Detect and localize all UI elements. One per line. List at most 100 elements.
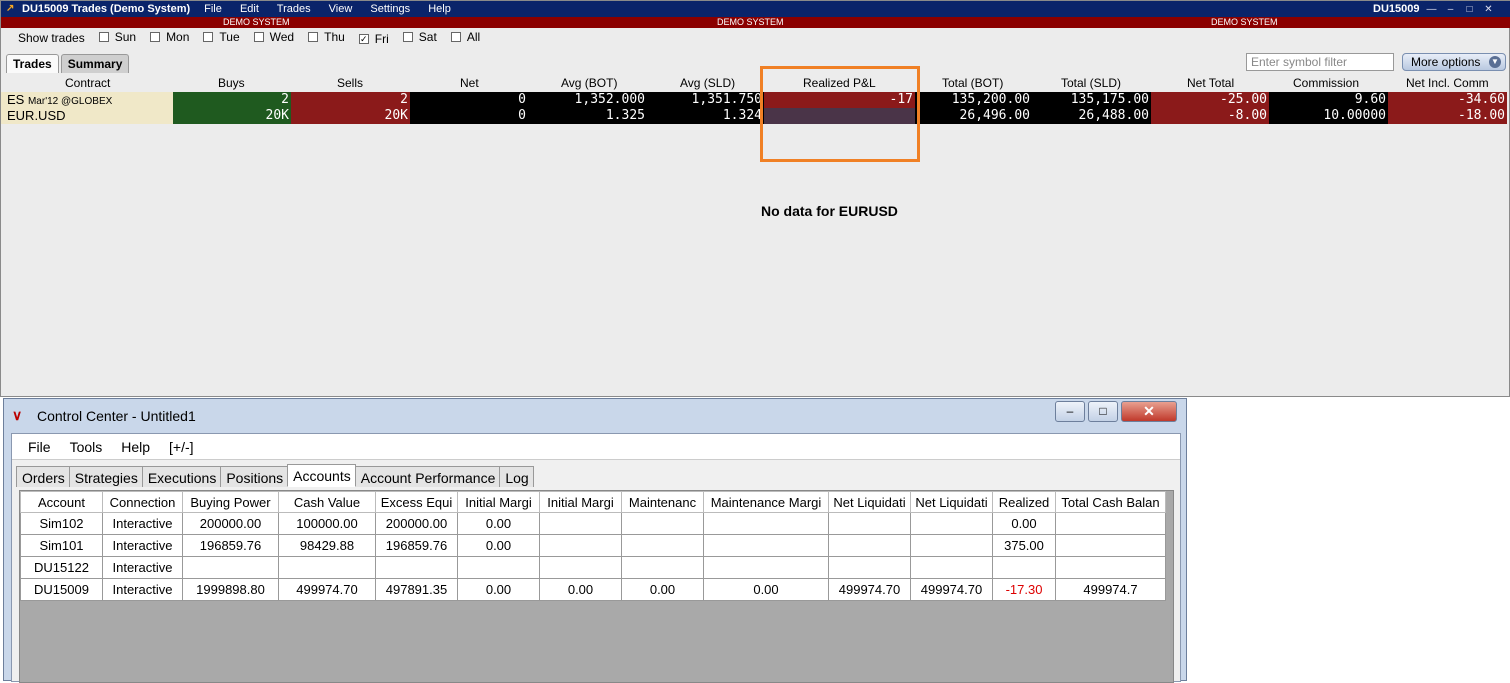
- checkbox-label: Thu: [324, 30, 345, 44]
- grid-column-header[interactable]: Initial Margi: [457, 491, 540, 513]
- unchecked-box-icon: [402, 32, 413, 42]
- column-header[interactable]: Avg (SLD): [680, 76, 735, 90]
- menu-file[interactable]: File: [204, 3, 222, 15]
- control-center-window: ∨ Control Center - Untitled1 – □ ✕ File …: [3, 398, 1187, 683]
- menu-view[interactable]: View: [329, 3, 353, 15]
- checkbox-tue[interactable]: Tue: [203, 30, 240, 44]
- tab-strategies[interactable]: Strategies: [68, 466, 143, 487]
- grid-column-header[interactable]: Buying Power: [182, 491, 279, 513]
- menu-trades[interactable]: Trades: [277, 3, 311, 15]
- grid-cell: [703, 512, 829, 535]
- grid-cell: 200000.00: [375, 512, 458, 535]
- grid-column-header[interactable]: Excess Equi: [375, 491, 458, 513]
- symbol-filter-input[interactable]: [1246, 53, 1394, 71]
- tab-orders[interactable]: Orders: [16, 466, 70, 487]
- cell-net: 0: [410, 108, 528, 124]
- tab-executions[interactable]: Executions: [141, 466, 222, 487]
- grid-column-header[interactable]: Connection: [102, 491, 183, 513]
- trades-table-header: Contract Buys Sells Net Avg (BOT) Avg (SLD) Re…: [1, 75, 1510, 92]
- close-button[interactable]: ✕: [1121, 401, 1177, 422]
- column-header[interactable]: Total (BOT): [942, 76, 1003, 90]
- column-header[interactable]: Buys: [218, 76, 245, 90]
- menu-help[interactable]: Help: [121, 439, 150, 455]
- menu-settings[interactable]: Settings: [370, 3, 410, 15]
- column-header[interactable]: Avg (BOT): [561, 76, 617, 90]
- column-header[interactable]: Commission: [1293, 76, 1359, 90]
- cell-avg-sld: 1,351.750: [647, 92, 764, 108]
- grid-cell: Interactive: [102, 534, 183, 557]
- grid-cell: 0.00: [539, 578, 622, 601]
- column-header[interactable]: Net: [460, 76, 479, 90]
- close-icon[interactable]: ✕: [1482, 4, 1495, 15]
- cell-sells: 2: [291, 92, 410, 108]
- minimize-button[interactable]: –: [1055, 401, 1085, 422]
- grid-cell: 375.00: [992, 534, 1056, 557]
- account-row[interactable]: DU15122 Interactive: [20, 556, 1166, 579]
- menu-tools[interactable]: Tools: [70, 439, 103, 455]
- checkbox-sat[interactable]: Sat: [402, 30, 437, 44]
- grid-cell: [910, 556, 993, 579]
- grid-cell: [539, 556, 622, 579]
- checkbox-all[interactable]: All: [450, 30, 480, 44]
- tab-accounts[interactable]: Accounts: [287, 464, 356, 487]
- grid-cell: 196859.76: [375, 534, 458, 557]
- tab-positions[interactable]: Positions: [220, 466, 289, 487]
- grid-cell: 499974.70: [278, 578, 376, 601]
- cell-total-sld: 26,488.00: [1032, 108, 1151, 124]
- grid-cell: DU15122: [20, 556, 103, 579]
- account-label: DU15009: [1373, 3, 1420, 15]
- cell-commission: 10.00000: [1269, 108, 1388, 124]
- checkbox-sun[interactable]: Sun: [98, 30, 136, 44]
- grid-column-header[interactable]: Initial Margi: [539, 491, 622, 513]
- checkbox-fri[interactable]: ✓ Fri: [358, 32, 389, 46]
- unchecked-box-icon: [308, 32, 319, 42]
- column-header[interactable]: Net Incl. Comm: [1406, 76, 1489, 90]
- checkbox-mon[interactable]: Mon: [150, 30, 189, 44]
- checked-box-icon: ✓: [358, 34, 369, 44]
- menu-edit[interactable]: Edit: [240, 3, 259, 15]
- grid-cell: [828, 556, 911, 579]
- tab-trades[interactable]: Trades: [6, 54, 59, 73]
- account-row[interactable]: Sim101 Interactive 196859.76 98429.88 196859…: [20, 534, 1166, 557]
- maximize-button[interactable]: □: [1088, 401, 1118, 422]
- menu-help[interactable]: Help: [428, 3, 451, 15]
- checkbox-wed[interactable]: Wed: [253, 30, 295, 44]
- menu-expand-collapse[interactable]: [+/-]: [169, 439, 194, 455]
- grid-column-header[interactable]: Realized: [992, 491, 1056, 513]
- trade-row[interactable]: ES Mar'12 @GLOBEX 2 2 0 1,352.000 1,351.750 -1…: [1, 92, 1510, 108]
- unchecked-box-icon: [203, 32, 214, 42]
- menu-bar: File Edit Trades View Settings Help: [204, 3, 466, 15]
- cell-net: 0: [410, 92, 528, 108]
- pin-icon[interactable]: ―: [1425, 4, 1438, 15]
- grid-column-header[interactable]: Cash Value: [278, 491, 376, 513]
- account-row[interactable]: DU15009 Interactive 1999898.80 499974.70 497…: [20, 578, 1166, 601]
- grid-cell: Sim102: [20, 512, 103, 535]
- grid-column-header[interactable]: Account: [20, 491, 103, 513]
- maximize-icon[interactable]: □: [1463, 4, 1476, 15]
- more-options-button[interactable]: More options ▼: [1402, 53, 1506, 71]
- checkbox-label: Wed: [269, 30, 295, 44]
- tab-account-performance[interactable]: Account Performance: [354, 466, 501, 487]
- cell-contract: EUR.USD: [1, 108, 173, 124]
- account-row[interactable]: Sim102 Interactive 200000.00 100000.00 20000…: [20, 512, 1166, 535]
- grid-column-header[interactable]: Net Liquidati: [910, 491, 993, 513]
- column-header[interactable]: Sells: [337, 76, 363, 90]
- column-header[interactable]: Net Total: [1187, 76, 1234, 90]
- accounts-grid-area: Account Connection Buying Power Cash Value E…: [19, 490, 1174, 683]
- menu-file[interactable]: File: [28, 439, 51, 455]
- column-header[interactable]: Contract: [65, 76, 110, 90]
- tab-log[interactable]: Log: [499, 466, 534, 487]
- checkbox-thu[interactable]: Thu: [308, 30, 345, 44]
- minimize-icon[interactable]: –: [1444, 4, 1457, 15]
- grid-cell: 200000.00: [182, 512, 279, 535]
- trade-row[interactable]: EUR.USD 20K 20K 0 1.325 1.324 26,496.00 26,488.…: [1, 108, 1510, 124]
- grid-column-header[interactable]: Maintenance Margi: [703, 491, 829, 513]
- grid-cell: [992, 556, 1056, 579]
- grid-column-header[interactable]: Total Cash Balan: [1055, 491, 1166, 513]
- cell-buys: 2: [173, 92, 291, 108]
- grid-column-header[interactable]: Maintenanc: [621, 491, 704, 513]
- control-center-titlebar: ∨ Control Center - Untitled1 – □ ✕: [4, 399, 1186, 429]
- tab-summary[interactable]: Summary: [60, 54, 130, 73]
- column-header[interactable]: Total (SLD): [1061, 76, 1121, 90]
- grid-column-header[interactable]: Net Liquidati: [828, 491, 911, 513]
